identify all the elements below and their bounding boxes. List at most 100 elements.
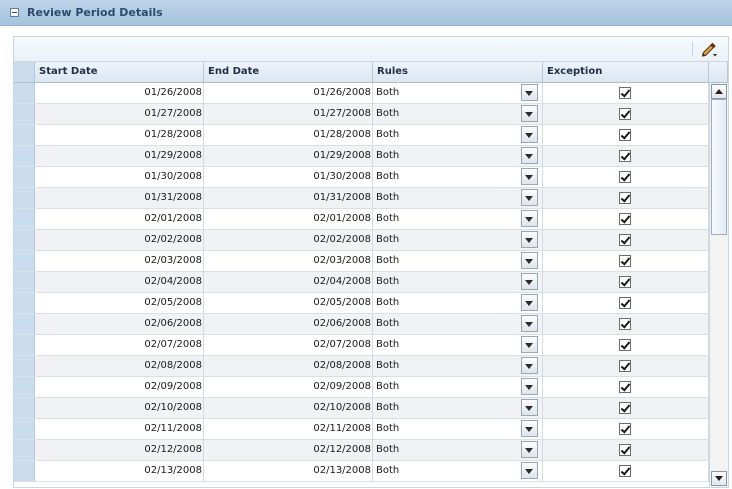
- rules-cell[interactable]: Both: [373, 335, 543, 355]
- end-date-cell[interactable]: 01/29/2008: [204, 146, 373, 166]
- row-selector[interactable]: [14, 104, 35, 124]
- end-date-cell[interactable]: 02/01/2008: [204, 209, 373, 229]
- exception-checkbox[interactable]: [619, 192, 631, 204]
- start-date-cell[interactable]: 02/09/2008: [35, 377, 204, 397]
- table-row[interactable]: 02/06/2008 02/06/2008 Both: [14, 314, 709, 335]
- scroll-down-icon[interactable]: [711, 471, 727, 486]
- rules-cell[interactable]: Both: [373, 314, 543, 334]
- end-date-cell[interactable]: 01/30/2008: [204, 167, 373, 187]
- row-selector[interactable]: [14, 461, 35, 481]
- end-date-cell[interactable]: 02/06/2008: [204, 314, 373, 334]
- rules-dropdown-icon[interactable]: [521, 147, 538, 164]
- rules-cell[interactable]: Both: [373, 356, 543, 376]
- rules-cell[interactable]: Both: [373, 104, 543, 124]
- rules-dropdown-icon[interactable]: [521, 231, 538, 248]
- table-row[interactable]: 02/02/2008 02/02/2008 Both: [14, 230, 709, 251]
- rules-cell[interactable]: Both: [373, 377, 543, 397]
- exception-checkbox[interactable]: [619, 129, 631, 141]
- rules-cell[interactable]: Both: [373, 230, 543, 250]
- table-row[interactable]: 02/01/2008 02/01/2008 Both: [14, 209, 709, 230]
- exception-checkbox[interactable]: [619, 276, 631, 288]
- row-selector[interactable]: [14, 356, 35, 376]
- start-date-cell[interactable]: 01/29/2008: [35, 146, 204, 166]
- end-date-cell[interactable]: 02/10/2008: [204, 398, 373, 418]
- row-selector[interactable]: [14, 188, 35, 208]
- row-selector[interactable]: [14, 398, 35, 418]
- exception-checkbox[interactable]: [619, 108, 631, 120]
- rules-dropdown-icon[interactable]: [521, 252, 538, 269]
- start-date-cell[interactable]: 02/07/2008: [35, 335, 204, 355]
- end-date-cell[interactable]: 02/13/2008: [204, 461, 373, 481]
- rules-dropdown-icon[interactable]: [521, 168, 538, 185]
- end-date-cell[interactable]: 02/04/2008: [204, 272, 373, 292]
- rules-dropdown-icon[interactable]: [521, 189, 538, 206]
- rules-cell[interactable]: Both: [373, 398, 543, 418]
- rules-cell[interactable]: Both: [373, 125, 543, 145]
- table-row[interactable]: 02/07/2008 02/07/2008 Both: [14, 335, 709, 356]
- table-row[interactable]: 01/26/2008 01/26/2008 Both: [14, 83, 709, 104]
- exception-checkbox[interactable]: [619, 234, 631, 246]
- column-header-exception[interactable]: Exception: [543, 62, 709, 83]
- start-date-cell[interactable]: 02/06/2008: [35, 314, 204, 334]
- exception-checkbox[interactable]: [619, 360, 631, 372]
- start-date-cell[interactable]: 01/27/2008: [35, 104, 204, 124]
- rules-cell[interactable]: Both: [373, 167, 543, 187]
- exception-checkbox[interactable]: [619, 255, 631, 267]
- rules-cell[interactable]: Both: [373, 440, 543, 460]
- table-row[interactable]: 01/31/2008 01/31/2008 Both: [14, 188, 709, 209]
- row-selector[interactable]: [14, 167, 35, 187]
- rules-dropdown-icon[interactable]: [521, 273, 538, 290]
- exception-checkbox[interactable]: [619, 150, 631, 162]
- rules-cell[interactable]: Both: [373, 251, 543, 271]
- table-row[interactable]: 01/29/2008 01/29/2008 Both: [14, 146, 709, 167]
- exception-checkbox[interactable]: [619, 465, 631, 477]
- exception-checkbox[interactable]: [619, 297, 631, 309]
- table-row[interactable]: 02/09/2008 02/09/2008 Both: [14, 377, 709, 398]
- rules-cell[interactable]: Both: [373, 188, 543, 208]
- rules-dropdown-icon[interactable]: [521, 126, 538, 143]
- rules-dropdown-icon[interactable]: [521, 462, 538, 479]
- rules-cell[interactable]: Both: [373, 461, 543, 481]
- table-row[interactable]: 02/11/2008 02/11/2008 Both: [14, 419, 709, 440]
- start-date-cell[interactable]: 02/12/2008: [35, 440, 204, 460]
- table-row[interactable]: 02/04/2008 02/04/2008 Both: [14, 272, 709, 293]
- exception-checkbox[interactable]: [619, 402, 631, 414]
- start-date-cell[interactable]: 02/04/2008: [35, 272, 204, 292]
- collapse-icon[interactable]: [10, 8, 19, 17]
- end-date-cell[interactable]: 02/12/2008: [204, 440, 373, 460]
- end-date-cell[interactable]: 02/03/2008: [204, 251, 373, 271]
- end-date-cell[interactable]: 01/26/2008: [204, 83, 373, 103]
- table-row[interactable]: 02/13/2008 02/13/2008 Both: [14, 461, 709, 482]
- rules-dropdown-icon[interactable]: [521, 210, 538, 227]
- rules-dropdown-icon[interactable]: [521, 357, 538, 374]
- start-date-cell[interactable]: 02/03/2008: [35, 251, 204, 271]
- scroll-up-icon[interactable]: [711, 84, 727, 99]
- start-date-cell[interactable]: 01/31/2008: [35, 188, 204, 208]
- end-date-cell[interactable]: 01/28/2008: [204, 125, 373, 145]
- row-selector[interactable]: [14, 230, 35, 250]
- row-selector[interactable]: [14, 293, 35, 313]
- start-date-cell[interactable]: 01/26/2008: [35, 83, 204, 103]
- exception-checkbox[interactable]: [619, 339, 631, 351]
- vertical-scrollbar[interactable]: [709, 83, 728, 487]
- table-row[interactable]: 02/03/2008 02/03/2008 Both: [14, 251, 709, 272]
- column-header-rules[interactable]: Rules: [373, 62, 543, 83]
- end-date-cell[interactable]: 02/09/2008: [204, 377, 373, 397]
- start-date-cell[interactable]: 02/05/2008: [35, 293, 204, 313]
- column-header-start-date[interactable]: Start Date: [35, 62, 204, 83]
- end-date-cell[interactable]: 02/02/2008: [204, 230, 373, 250]
- row-selector[interactable]: [14, 83, 35, 103]
- row-selector[interactable]: [14, 251, 35, 271]
- start-date-cell[interactable]: 02/11/2008: [35, 419, 204, 439]
- start-date-cell[interactable]: 02/02/2008: [35, 230, 204, 250]
- start-date-cell[interactable]: 02/08/2008: [35, 356, 204, 376]
- rules-cell[interactable]: Both: [373, 209, 543, 229]
- end-date-cell[interactable]: 01/31/2008: [204, 188, 373, 208]
- rules-dropdown-icon[interactable]: [521, 315, 538, 332]
- table-row[interactable]: 01/28/2008 01/28/2008 Both: [14, 125, 709, 146]
- row-selector[interactable]: [14, 209, 35, 229]
- exception-checkbox[interactable]: [619, 213, 631, 225]
- rules-dropdown-icon[interactable]: [521, 378, 538, 395]
- exception-checkbox[interactable]: [619, 423, 631, 435]
- table-row[interactable]: 02/05/2008 02/05/2008 Both: [14, 293, 709, 314]
